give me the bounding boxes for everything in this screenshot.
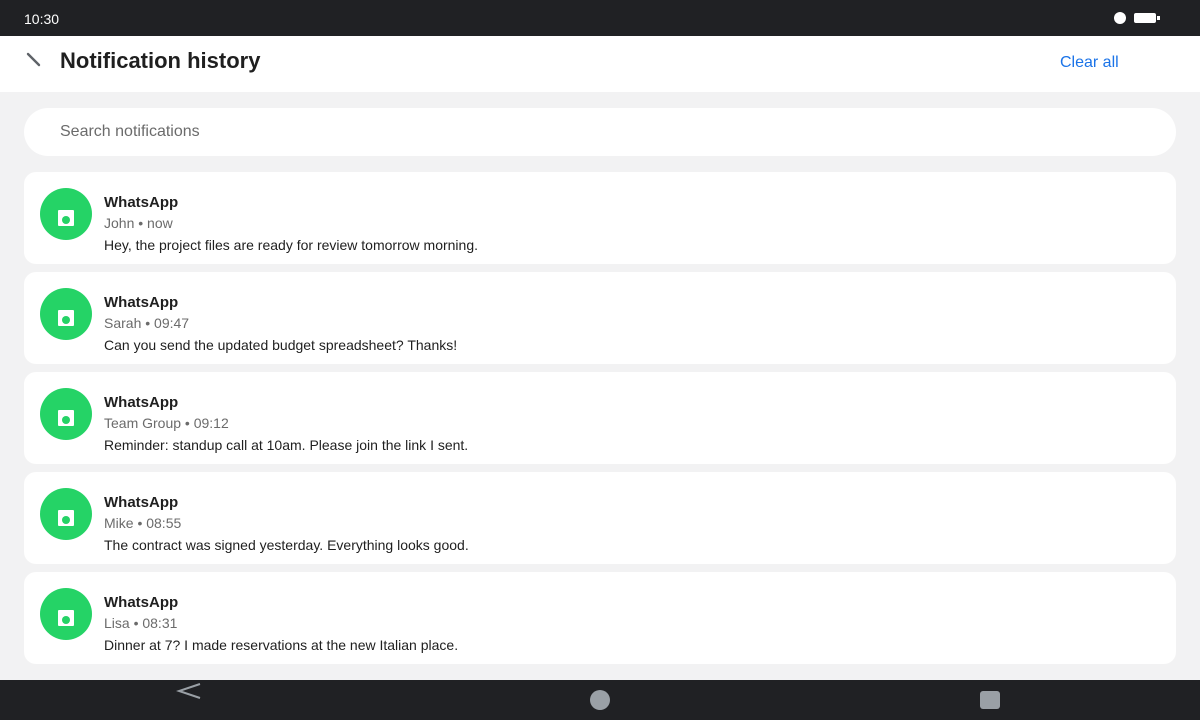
clear-all-button[interactable]: Clear all [1060, 54, 1119, 72]
nav-recents-icon[interactable] [980, 691, 1000, 709]
notification-message: Reminder: standup call at 10am. Please j… [104, 437, 469, 453]
whatsapp-app-icon [40, 488, 92, 540]
nav-home-icon[interactable] [590, 690, 610, 710]
nav-back-icon[interactable] [176, 682, 204, 708]
search-bar[interactable] [24, 108, 1176, 156]
notification-sender-time: Mike • 08:55 [104, 515, 182, 531]
whatsapp-app-icon [40, 588, 92, 640]
search-input[interactable] [60, 108, 1140, 156]
page-title: Notification history [60, 48, 261, 73]
whatsapp-app-icon [40, 188, 92, 240]
back-arrow-icon[interactable] [22, 48, 46, 72]
notification-message: Dinner at 7? I made reservations at the … [104, 637, 459, 653]
notification-message: Can you send the updated budget spreadsh… [104, 337, 458, 353]
notification-card[interactable]: WhatsApp John • now Hey, the project fil… [24, 172, 1176, 264]
battery-icon [1134, 13, 1160, 23]
notification-sender-time: Team Group • 09:12 [104, 415, 229, 431]
notification-app-name: WhatsApp [104, 194, 179, 211]
app-bar: Notification history Clear all [0, 36, 1200, 92]
notification-app-name: WhatsApp [104, 494, 179, 511]
status-time: 10:30 [24, 11, 60, 27]
notification-app-name: WhatsApp [104, 594, 179, 611]
notification-message: The contract was signed yesterday. Every… [104, 537, 469, 553]
notification-sender-time: John • now [104, 215, 173, 231]
notification-card[interactable]: WhatsApp Team Group • 09:12 Reminder: st… [24, 372, 1176, 464]
dot-indicator-icon [1114, 12, 1126, 24]
notification-card[interactable]: WhatsApp Sarah • 09:47 Can you send the … [24, 272, 1176, 364]
notification-message: Hey, the project files are ready for rev… [104, 237, 478, 253]
notification-sender-time: Lisa • 08:31 [104, 615, 178, 631]
notification-app-name: WhatsApp [104, 394, 179, 411]
notification-card[interactable]: WhatsApp Mike • 08:55 The contract was s… [24, 472, 1176, 564]
whatsapp-app-icon [40, 388, 92, 440]
navigation-bar [0, 680, 1200, 720]
notification-sender-time: Sarah • 09:47 [104, 315, 190, 331]
whatsapp-app-icon [40, 288, 92, 340]
notification-card[interactable]: WhatsApp Lisa • 08:31 Dinner at 7? I mad… [24, 572, 1176, 664]
notification-app-name: WhatsApp [104, 294, 179, 311]
notification-list: WhatsApp John • now Hey, the project fil… [24, 172, 1176, 672]
status-bar: 10:30 [0, 0, 1200, 36]
